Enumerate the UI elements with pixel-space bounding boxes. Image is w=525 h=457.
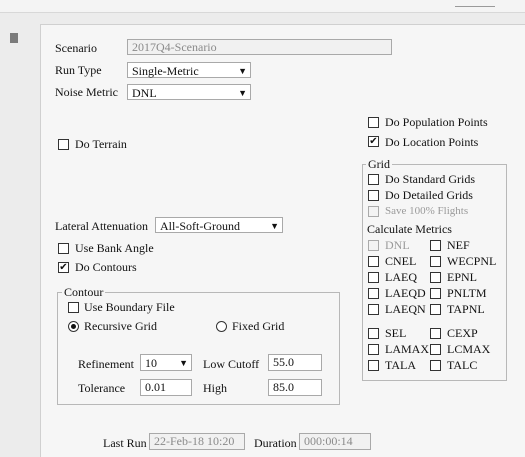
metric-lamax-checkbox[interactable] xyxy=(368,344,379,355)
recursive-grid-label: Recursive Grid xyxy=(84,319,157,333)
metric-laeqd-checkbox[interactable] xyxy=(368,288,379,299)
do-population-points-checkbox[interactable] xyxy=(368,117,379,128)
metric-laeq-label: LAEQ xyxy=(385,270,417,284)
contour-group-title: Contour xyxy=(62,285,106,299)
save-100-flights-label: Save 100% Flights xyxy=(385,205,469,217)
metric-tapnl-checkbox[interactable] xyxy=(430,304,441,315)
noise-metric-value: DNL xyxy=(132,86,157,100)
run-type-select[interactable]: Single-Metric ▼ xyxy=(127,62,251,78)
metric-pnltm-label: PNLTM xyxy=(447,286,487,300)
fixed-grid-label: Fixed Grid xyxy=(232,319,285,333)
refinement-value: 10 xyxy=(145,356,157,370)
do-detailed-grids-label: Do Detailed Grids xyxy=(385,188,473,202)
do-contours-label: Do Contours xyxy=(75,260,137,274)
last-run-field: 22-Feb-18 10:20 xyxy=(149,433,245,450)
title-bar xyxy=(0,0,525,13)
metric-epnl-checkbox[interactable] xyxy=(430,272,441,283)
metric-lamax-label: LAMAX xyxy=(385,342,429,356)
grid-group-title: Grid xyxy=(366,157,392,171)
metric-dnl-checkbox xyxy=(368,240,379,251)
metric-laeq-checkbox[interactable] xyxy=(368,272,379,283)
high-input[interactable]: 85.0 xyxy=(268,379,322,396)
metric-nef-label: NEF xyxy=(447,238,470,252)
noise-metric-label: Noise Metric xyxy=(55,85,118,99)
chevron-down-icon: ▼ xyxy=(238,66,247,76)
metric-dnl-label: DNL xyxy=(385,238,410,252)
chevron-down-icon: ▼ xyxy=(179,358,188,368)
metric-cnel-label: CNEL xyxy=(385,254,417,268)
do-terrain-label: Do Terrain xyxy=(75,137,127,151)
do-standard-grids-label: Do Standard Grids xyxy=(385,172,475,186)
do-standard-grids-checkbox[interactable] xyxy=(368,174,379,185)
metric-epnl-label: EPNL xyxy=(447,270,477,284)
last-run-label: Last Run xyxy=(103,436,147,450)
use-boundary-file-label: Use Boundary File xyxy=(84,300,175,314)
do-detailed-grids-checkbox[interactable] xyxy=(368,190,379,201)
scenario-field: 2017Q4-Scenario xyxy=(127,39,392,55)
metric-nef-checkbox[interactable] xyxy=(430,240,441,251)
noise-metric-select[interactable]: DNL ▼ xyxy=(127,84,251,100)
tolerance-input[interactable]: 0.01 xyxy=(140,379,192,396)
refinement-select[interactable]: 10 ▼ xyxy=(140,354,192,371)
use-bank-angle-checkbox[interactable] xyxy=(58,243,69,254)
do-population-points-label: Do Population Points xyxy=(385,115,488,129)
metric-laeqn-checkbox[interactable] xyxy=(368,304,379,315)
metric-tala-label: TALA xyxy=(385,358,417,372)
refinement-label: Refinement xyxy=(78,357,134,371)
duration-field: 000:00:14 xyxy=(299,433,371,450)
do-location-points-checkbox[interactable]: ✔ xyxy=(368,136,379,147)
minimize-icon[interactable] xyxy=(455,6,495,7)
metric-lcmax-label: LCMAX xyxy=(447,342,491,356)
scenario-label: Scenario xyxy=(55,41,97,55)
low-cutoff-label: Low Cutoff xyxy=(203,357,260,371)
chevron-down-icon: ▼ xyxy=(238,88,247,98)
metric-tapnl-label: TAPNL xyxy=(447,302,485,316)
tolerance-label: Tolerance xyxy=(78,381,126,395)
metric-sel-label: SEL xyxy=(385,326,407,340)
run-type-label: Run Type xyxy=(55,63,102,77)
metric-laeqn-label: LAEQN xyxy=(385,302,426,316)
lateral-attenuation-select[interactable]: All-Soft-Ground ▼ xyxy=(155,217,283,233)
metric-laeqd-label: LAEQD xyxy=(385,286,426,300)
metric-cexp-checkbox[interactable] xyxy=(430,328,441,339)
use-boundary-file-checkbox[interactable] xyxy=(68,302,79,313)
high-label: High xyxy=(203,381,227,395)
metric-lcmax-checkbox[interactable] xyxy=(430,344,441,355)
do-terrain-checkbox[interactable] xyxy=(58,139,69,150)
metric-cexp-label: CEXP xyxy=(447,326,478,340)
metric-tala-checkbox[interactable] xyxy=(368,360,379,371)
metric-talc-label: TALC xyxy=(447,358,478,372)
metric-pnltm-checkbox[interactable] xyxy=(430,288,441,299)
calculate-metrics-title: Calculate Metrics xyxy=(367,222,452,236)
window-marker-icon xyxy=(10,33,18,43)
use-bank-angle-label: Use Bank Angle xyxy=(75,241,154,255)
do-contours-checkbox[interactable]: ✔ xyxy=(58,262,69,273)
do-location-points-label: Do Location Points xyxy=(385,135,479,149)
recursive-grid-radio[interactable] xyxy=(68,321,79,332)
duration-label: Duration xyxy=(254,436,297,450)
metric-wecpnl-checkbox[interactable] xyxy=(430,256,441,267)
radio-selected-dot xyxy=(71,324,76,329)
run-type-value: Single-Metric xyxy=(132,64,199,78)
metric-cnel-checkbox[interactable] xyxy=(368,256,379,267)
fixed-grid-radio[interactable] xyxy=(216,321,227,332)
lateral-attenuation-label: Lateral Attenuation xyxy=(55,219,148,233)
metric-wecpnl-label: WECPNL xyxy=(447,254,497,268)
low-cutoff-input[interactable]: 55.0 xyxy=(268,354,322,371)
lateral-attenuation-value: All-Soft-Ground xyxy=(160,219,240,233)
metric-sel-checkbox[interactable] xyxy=(368,328,379,339)
chevron-down-icon: ▼ xyxy=(270,221,279,231)
metric-talc-checkbox[interactable] xyxy=(430,360,441,371)
save-100-flights-checkbox xyxy=(368,206,379,217)
